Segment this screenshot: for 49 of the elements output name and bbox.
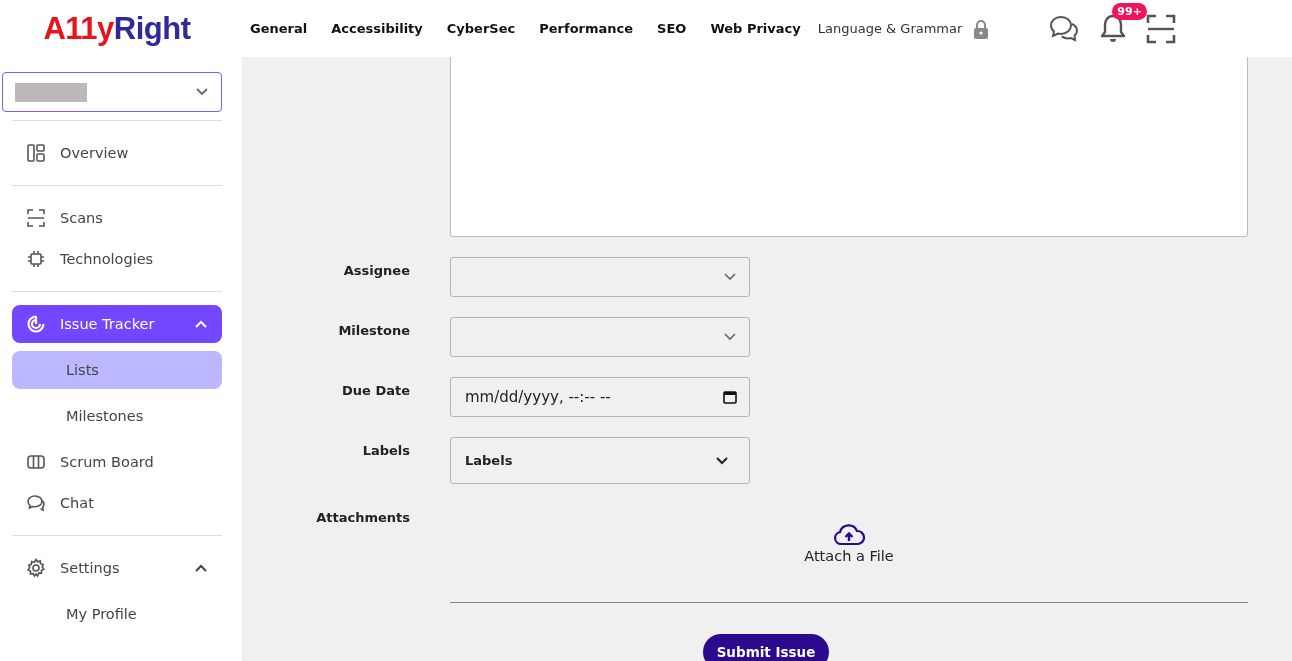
cloud-upload-icon[interactable]	[833, 524, 865, 546]
select-field[interactable]: Labels	[450, 437, 750, 484]
redacted-block	[15, 82, 87, 102]
notification-badge: 99+	[1112, 2, 1147, 20]
sidebar-subitem[interactable]: Milestones	[12, 397, 222, 435]
calendar-icon	[723, 390, 737, 404]
submit-button[interactable]: Submit Issue	[702, 634, 830, 661]
logo[interactable]: A11yRight	[0, 10, 240, 47]
chevron-down-icon	[715, 455, 729, 466]
sidebar-icon	[26, 208, 46, 228]
sidebar-subitem[interactable]: My Profile	[12, 595, 222, 633]
field-label: Milestone	[337, 322, 410, 340]
attach-file-link[interactable]: Attach a File	[804, 548, 894, 564]
sidebar-icon	[26, 558, 46, 578]
nav-link[interactable]: SEO	[657, 21, 687, 36]
sidebar-icon	[26, 143, 46, 163]
sidebar-subitem[interactable]: Lists	[12, 351, 222, 389]
sidebar-item[interactable]: Scrum Board	[12, 443, 222, 481]
site-select[interactable]	[2, 72, 222, 112]
select-field[interactable]	[450, 257, 750, 297]
sidebar-icon	[26, 452, 46, 472]
field-label: Assignee	[342, 262, 410, 280]
nav-link[interactable]: General	[250, 21, 308, 36]
sidebar-item[interactable]: Technologies	[12, 240, 222, 278]
sidebar-item[interactable]: Chat	[12, 484, 222, 522]
nav-link[interactable]: Language & Grammar	[817, 18, 989, 39]
sidebar-icon	[26, 249, 46, 269]
field-label: Labels	[361, 442, 410, 460]
field-label: Due Date	[341, 382, 410, 400]
select-field[interactable]	[450, 317, 750, 357]
nav-link[interactable]: Accessibility	[331, 21, 423, 36]
chevron-down-icon	[723, 272, 737, 282]
scan-icon[interactable]	[1146, 13, 1177, 44]
field-value: Labels	[465, 453, 513, 468]
sidebar-item[interactable]: Issue Tracker	[12, 305, 222, 343]
sidebar-item[interactable]: Scans	[12, 199, 222, 237]
sidebar-icon	[26, 314, 46, 334]
sidebar-icon	[26, 493, 46, 513]
sidebar-item[interactable]: Overview	[12, 134, 222, 172]
sidebar-item[interactable]: Settings	[12, 549, 222, 587]
chat-icon[interactable]	[1048, 13, 1081, 44]
field-value: mm/dd/yyyy, --:-- --	[465, 388, 611, 406]
nav-link[interactable]: Web Privacy	[710, 21, 801, 36]
nav-link[interactable]: CyberSec	[446, 21, 516, 36]
date-field[interactable]: mm/dd/yyyy, --:-- --	[450, 377, 750, 417]
chevron-down-icon	[195, 87, 209, 97]
chevron-down-icon	[723, 332, 737, 342]
nav-link[interactable]: Performance	[539, 21, 634, 36]
field-label: Attachments	[315, 509, 410, 527]
